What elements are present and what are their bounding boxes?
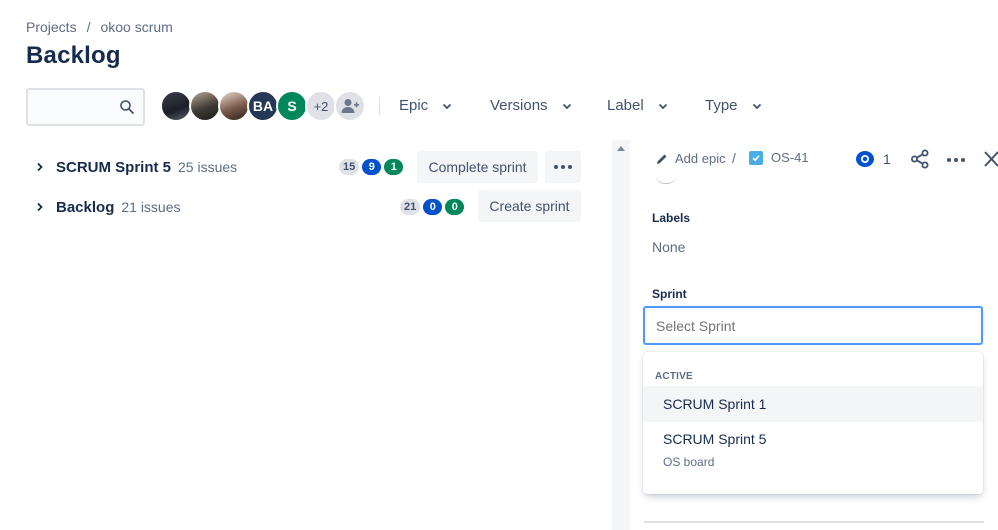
scrollbar[interactable] bbox=[612, 140, 630, 530]
type-filter-label: Type bbox=[705, 97, 738, 114]
label-filter-label: Label bbox=[607, 97, 644, 114]
close-icon[interactable] bbox=[983, 150, 998, 168]
sprint-more-button[interactable] bbox=[545, 151, 581, 183]
avatar[interactable]: BA bbox=[247, 90, 279, 122]
sprint-option-label: SCRUM Sprint 5 bbox=[663, 431, 767, 447]
more-avatars-button[interactable]: +2 bbox=[305, 90, 337, 122]
sprint-option[interactable]: SCRUM Sprint 1 bbox=[643, 386, 983, 422]
status-badges: 21 0 0 bbox=[400, 199, 465, 215]
labels-field-label: Labels bbox=[652, 211, 691, 225]
breadcrumb-project-link[interactable]: okoo scrum bbox=[100, 19, 172, 35]
more-icon[interactable] bbox=[946, 157, 966, 163]
chevron-down-icon bbox=[752, 103, 761, 109]
complete-sprint-button[interactable]: Complete sprint bbox=[417, 151, 538, 183]
chevron-right-icon[interactable] bbox=[34, 201, 46, 213]
add-people-button[interactable] bbox=[334, 90, 366, 122]
issue-detail-panel: Add epic / OS-41 1 Labels None Sprint AC… bbox=[640, 140, 998, 530]
chevron-right-icon[interactable] bbox=[34, 161, 46, 173]
header-separator: / bbox=[732, 150, 736, 166]
issue-count: 21 issues bbox=[121, 199, 181, 215]
avatar[interactable]: S bbox=[276, 90, 308, 122]
versions-filter[interactable]: Versions bbox=[490, 97, 572, 114]
todo-count-badge: 21 bbox=[400, 199, 421, 215]
create-sprint-button[interactable]: Create sprint bbox=[478, 190, 581, 222]
avatar-partial bbox=[655, 174, 677, 184]
more-icon bbox=[554, 165, 572, 169]
issue-key: OS-41 bbox=[771, 150, 809, 165]
watcher-count: 1 bbox=[883, 151, 891, 167]
sprint-option[interactable]: SCRUM Sprint 5 OS board bbox=[643, 422, 983, 478]
add-epic-label: Add epic bbox=[675, 151, 726, 166]
backlog-name: Backlog bbox=[56, 198, 115, 216]
type-filter[interactable]: Type bbox=[705, 97, 762, 114]
divider bbox=[644, 521, 984, 523]
sprint-name: SCRUM Sprint 5 bbox=[56, 158, 172, 176]
avatar[interactable] bbox=[218, 90, 250, 122]
done-count-badge: 1 bbox=[384, 159, 404, 175]
page-title: Backlog bbox=[26, 42, 121, 69]
in-progress-count-badge: 0 bbox=[423, 199, 443, 215]
breadcrumb: Projects / okoo scrum bbox=[26, 19, 173, 35]
avatar[interactable] bbox=[189, 90, 221, 122]
epic-filter-label: Epic bbox=[399, 97, 429, 114]
labels-field-value[interactable]: None bbox=[652, 239, 685, 255]
sprint-option-label: SCRUM Sprint 1 bbox=[663, 396, 767, 412]
versions-filter-label: Versions bbox=[490, 97, 548, 114]
dropdown-group-heading: ACTIVE bbox=[655, 371, 693, 382]
chevron-down-icon bbox=[658, 103, 667, 109]
share-icon[interactable] bbox=[910, 149, 930, 169]
breadcrumb-projects-link[interactable]: Projects bbox=[26, 19, 77, 35]
assignee-avatars: BA S +2 bbox=[160, 90, 366, 122]
sprint-option-board: OS board bbox=[663, 455, 715, 469]
scroll-up-arrow-icon[interactable] bbox=[617, 146, 625, 151]
add-epic-link[interactable]: Add epic bbox=[655, 151, 726, 166]
watch-button[interactable]: 1 bbox=[855, 149, 891, 169]
search-input[interactable] bbox=[28, 90, 116, 124]
in-progress-count-badge: 9 bbox=[362, 159, 382, 175]
sprint-dropdown-menu: ACTIVE SCRUM Sprint 1 SCRUM Sprint 5 OS … bbox=[643, 352, 983, 494]
chevron-down-icon bbox=[443, 103, 452, 109]
pencil-icon bbox=[657, 154, 667, 164]
add-user-icon bbox=[341, 99, 359, 113]
todo-count-badge: 15 bbox=[339, 159, 360, 175]
issue-key-link[interactable]: OS-41 bbox=[749, 150, 809, 165]
avatar[interactable] bbox=[160, 90, 192, 122]
status-badges: 15 9 1 bbox=[339, 159, 404, 175]
epic-filter[interactable]: Epic bbox=[399, 97, 452, 114]
breadcrumb-separator: / bbox=[86, 19, 91, 35]
sprint-field-label: Sprint bbox=[652, 287, 687, 301]
filter-divider bbox=[379, 97, 380, 115]
label-filter[interactable]: Label bbox=[607, 97, 668, 114]
eye-icon bbox=[856, 151, 874, 167]
chevron-down-icon bbox=[562, 103, 571, 109]
done-count-badge: 0 bbox=[445, 199, 465, 215]
issue-count: 25 issues bbox=[178, 159, 238, 175]
search-icon bbox=[120, 100, 134, 114]
sprint-select-input[interactable] bbox=[643, 306, 983, 345]
search-box[interactable] bbox=[26, 88, 145, 126]
task-type-icon bbox=[749, 150, 763, 165]
